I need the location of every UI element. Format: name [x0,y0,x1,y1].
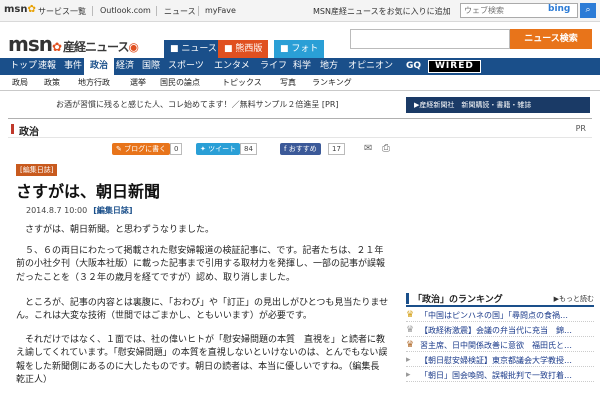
crown-icon: ♛ [406,310,415,320]
top-bar: msn✿ サービス一覧 Outlook.com ニュース myFave MSN産… [0,0,600,22]
search-icon[interactable]: ⌕ [580,3,596,18]
ranking-item[interactable]: ♛ 習主席、日中関係改善に意欲 福田氏と… [406,337,594,352]
subnav-item-policy[interactable]: 政策 [44,77,60,88]
myfave-link[interactable]: myFave [205,6,236,15]
mail-icon[interactable]: ✉ [364,143,376,155]
article-date: 2014.8.7 10:00 [26,206,88,215]
ranking-item[interactable]: ▸ 【朝日慰安婦検証】東京都議会大学教授… [406,352,594,367]
add-favorite-link[interactable]: MSN産経ニュースをお気に入りに追加 [313,6,451,17]
section-title: 政治 [19,127,39,138]
section-marker [11,124,14,134]
site-header: msn✿ 産経ニュース◉ ■ ニュース ■ 熊西版 ■ フォト ニュース検索 [0,22,600,58]
print-icon[interactable]: ⎙ [382,143,394,155]
separator [156,6,157,16]
outlook-link[interactable]: Outlook.com [100,6,151,15]
bing-logo: bing [548,4,571,14]
news-search-input[interactable] [350,29,510,49]
nav-item-opinion[interactable]: オピニオン [342,58,399,75]
article-category-link[interactable]: [編集日誌] [93,206,132,215]
tweet-button[interactable]: ✦ ツイート [196,143,241,155]
site-logo[interactable]: msn✿ 産経ニュース◉ [8,32,139,56]
ranking-item[interactable]: ▸ 「朝日」国会喚問、誤報批判で一致打着… [406,367,594,382]
blog-icon: ✎ [116,145,125,153]
sankei-mark-icon: ◉ [128,40,139,54]
separator [92,6,93,16]
nav-item-entertainment[interactable]: エンタメ [208,58,256,75]
social-share-bar: ✎ ブログに書く 0 ✦ ツイート 84 f おすすめ 17 ✉ ⎙ [112,143,398,157]
article-paragraph: ところが、記事の内容とは裏腹に、「おわび」や「訂正」の見出しがひとつも見当たりま… [16,298,389,322]
sankei-subscribe-banner[interactable]: ▶産経新聞社 新聞購読・書籍・雑誌 [406,97,590,113]
ranking-more-link[interactable]: ▶もっと読む [554,294,594,304]
article-paragraph: それだけではなく、１面では、社の偉いヒトが「慰安婦問題の本質 直視を」と読者に教… [16,335,389,386]
article-paragraph: ５、６の両日にわたって掲載された慰安婦報道の検証記事に、です。記者たちは、２１年… [16,246,386,283]
ranking-header: 「政治」のランキング ▶もっと読む [406,290,594,307]
tweet-count: 84 [240,143,257,155]
crown-icon: ♛ [406,340,415,350]
ranking-item-text[interactable]: 【政経術激震】会議の弁当代に充当 錦… [420,325,592,336]
ranking-item-text[interactable]: 「中国はピンハネの国」「尋問点の食禍… [420,310,592,321]
nav-item-region[interactable]: 地方 [314,58,344,75]
ranking-item-text[interactable]: 【朝日慰安婦検証】東京都議会大学教授… [420,355,592,366]
ranking-item-text[interactable]: 「朝日」国会喚問、誤報批判で一致打着… [420,370,592,381]
facebook-recommend-button[interactable]: f おすすめ [280,143,321,155]
main-nav: トップ 速報 事件 政治 経済 国際 スポーツ エンタメ ライフ 科学 地方 オ… [0,58,600,75]
subnav-item-election[interactable]: 選挙 [130,77,146,88]
tab-photo[interactable]: ■ フォト [274,40,325,58]
facebook-count: 17 [328,143,345,155]
sub-nav: 政局 政策 地方行政 選挙 国民の論点 トピックス 写真 ランキング [0,75,600,91]
tab-icon: ■ [224,44,236,54]
ranking-item-text[interactable]: 習主席、日中関係改善に意欲 福田氏と… [420,340,592,351]
blog-count: 0 [170,143,183,155]
nav-item-science[interactable]: 科学 [287,58,317,75]
camera-icon: ■ [280,44,292,54]
tab-icon: ■ [170,44,182,54]
crown-icon: ♛ [406,325,415,335]
msn-logo-small[interactable]: msn✿ [4,4,36,15]
subnav-item-ranking[interactable]: ランキング [312,77,352,88]
ranking-panel: 「政治」のランキング ▶もっと読む ♛ 「中国はピンハネの国」「尋問点の食禍… … [406,290,594,382]
bullet-icon: ▸ [406,370,411,380]
butterfly-icon: ✿ [27,4,36,15]
blog-share-button[interactable]: ✎ ブログに書く [112,143,171,155]
subnav-item-issues[interactable]: 国民の論点 [160,77,200,88]
pr-label: PR [575,124,586,133]
subnav-item-local-admin[interactable]: 地方行政 [78,77,110,88]
tab-news[interactable]: ■ ニュース [164,40,223,58]
ad-text-link[interactable]: お酒が習慣に残ると感じた人、コレ始めてます！／無料サンプル２倍進呈 [PR] [56,99,339,110]
separator [198,6,199,16]
subnav-item-topics[interactable]: トピックス [222,77,262,88]
tab-kansai[interactable]: ■ 熊西版 [218,40,269,58]
nav-item-sports[interactable]: スポーツ [162,58,210,75]
ranking-item[interactable]: ♛ 【政経術激震】会議の弁当代に充当 錦… [406,322,594,337]
service-list-link[interactable]: サービス一覧 [38,6,86,17]
news-search-button[interactable]: ニュース検索 [510,29,592,49]
subnav-item-photo[interactable]: 写真 [280,77,296,88]
butterfly-icon: ✿ [51,40,62,54]
ranking-title: 「政治」のランキング [413,295,503,305]
section-header: 政治 PR [8,118,592,138]
article-meta: 2014.8.7 10:00 [編集日誌] [26,205,133,216]
news-link[interactable]: ニュース [164,6,196,17]
nav-item-gq[interactable]: GQ [400,58,427,75]
ranking-marker [406,293,409,304]
ranking-item[interactable]: ♛ 「中国はピンハネの国」「尋問点の食禍… [406,307,594,322]
article-paragraph: さすがは、朝日新聞。と思わずうなりました。 [25,225,215,235]
bullet-icon: ▸ [406,355,411,365]
article-headline: さすがは、朝日新聞 [16,182,161,201]
subnav-item-seikyoku[interactable]: 政局 [12,77,28,88]
article-category-badge: [編集日誌] [16,164,58,176]
twitter-icon: ✦ [200,145,209,153]
nav-item-wired[interactable]: WIRED [428,60,481,73]
